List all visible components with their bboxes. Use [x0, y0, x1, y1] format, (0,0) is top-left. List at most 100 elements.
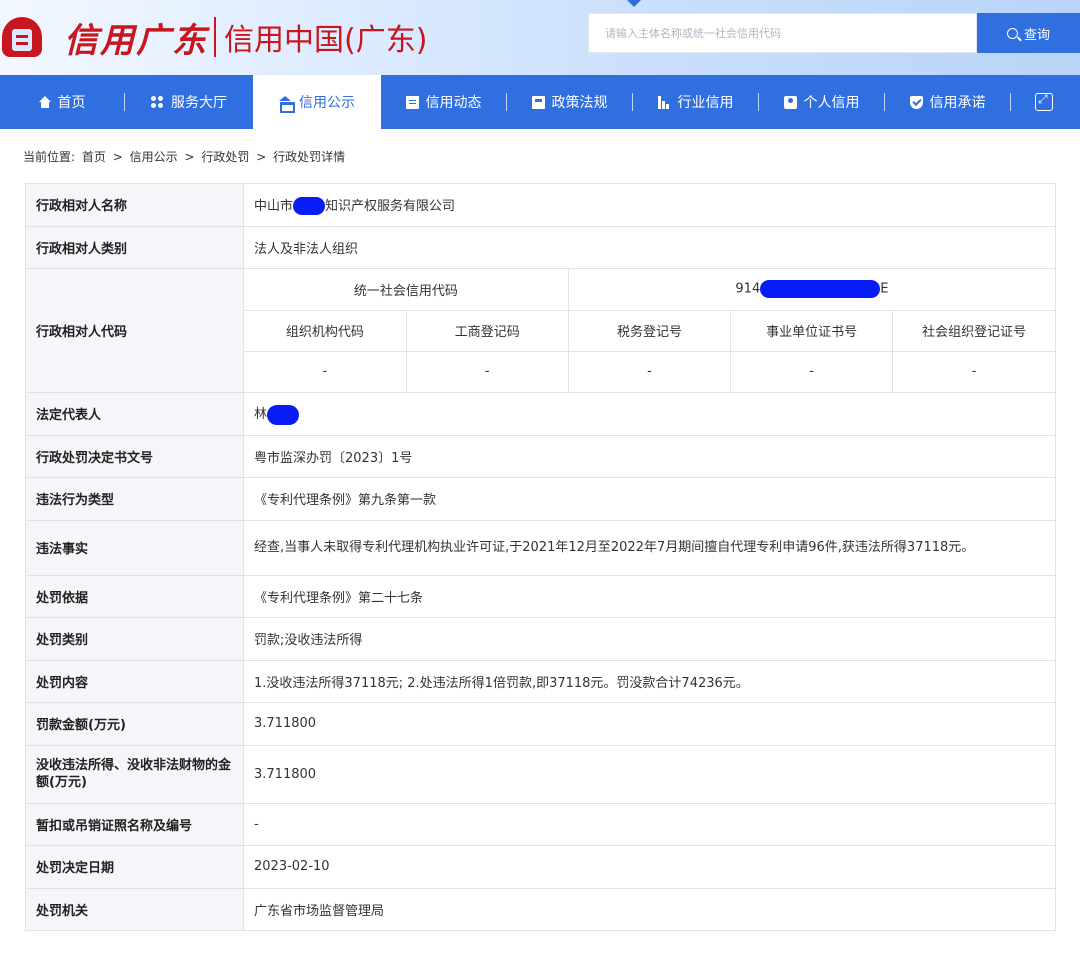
field-label: 行政相对人代码 [25, 268, 244, 393]
indicator-triangle [627, 0, 641, 7]
table-row: 处罚类别 罚款;没收违法所得 [25, 617, 1056, 661]
sub-value: - [406, 351, 569, 392]
field-value-name: 中山市 知识产权服务有限公司 [243, 183, 1056, 227]
redaction-mark [267, 404, 300, 425]
field-value: 3.711800 [243, 702, 1056, 746]
table-row: 行政处罚决定书文号 粤市监深办罚〔2023〕1号 [25, 434, 1056, 478]
nav-item-credit-news[interactable]: 信用动态 [381, 75, 506, 129]
field-value: 《专利代理条例》第二十七条 [243, 574, 1056, 618]
breadcrumb-separator: > [256, 150, 267, 164]
table-row: 没收违法所得、没收非法财物的金额(万元) 3.711800 [25, 744, 1056, 804]
field-value: 法人及非法人组织 [243, 225, 1056, 269]
code-subgrid-cell: 统一社会信用代码 914 E 组织机构代码 工商登记码 税务登记号 事业单位证书号… [243, 268, 1056, 393]
expand-icon [1035, 92, 1053, 111]
site-logo[interactable]: 信用广东 信用中国(广东) [0, 10, 427, 64]
search-input[interactable] [589, 14, 976, 52]
nav-item-label: 个人信用 [803, 95, 860, 111]
shield-check-icon [909, 95, 923, 109]
uscc-value: 914 E [568, 269, 1055, 311]
nav-item-service-hall[interactable]: 服务大厅 [125, 75, 253, 129]
field-label: 违法事实 [25, 519, 244, 576]
name-prefix: 中山市 [254, 198, 294, 214]
table-row: 处罚内容 1.没收违法所得37118元; 2.处违法所得1倍罚款,即37118元… [25, 659, 1056, 703]
nav-item-credit-commitment[interactable]: 信用承诺 [885, 75, 1010, 129]
main-nav: 首页 服务大厅 信用公示 信用动态 政策法规 行业信用 个人信用 信用承诺 [0, 75, 1080, 129]
nav-item-label: 服务大厅 [171, 95, 227, 111]
breadcrumb: 当前位置: 首页 > 信用公示 > 行政处罚 > 行政处罚详情 [23, 148, 348, 165]
bar-chart-icon [657, 95, 671, 109]
field-value: 2023-02-10 [243, 845, 1056, 889]
table-row: 处罚机关 广东省市场监督管理局 [25, 887, 1056, 931]
field-label: 处罚机关 [25, 887, 244, 931]
breadcrumb-link-credit-disclosure[interactable]: 信用公示 [130, 150, 178, 164]
field-label: 处罚依据 [25, 574, 244, 618]
field-label: 处罚类别 [25, 617, 244, 661]
field-value: - [243, 802, 1056, 846]
field-value: 1.没收违法所得37118元; 2.处违法所得1倍罚款,即37118元。罚没款合… [243, 659, 1056, 703]
table-row: 行政相对人类别 法人及非法人组织 [25, 225, 1056, 269]
search-icon [1006, 27, 1018, 39]
sub-header: 社会组织登记证号 [892, 310, 1055, 352]
table-row: 违法事实 经查,当事人未取得专利代理机构执业许可证,于2021年12月至2022… [25, 519, 1056, 576]
search-button-label: 查询 [1023, 26, 1050, 42]
nav-item-label: 政策法规 [551, 95, 608, 111]
breadcrumb-link-admin-penalty[interactable]: 行政处罚 [201, 150, 249, 164]
sub-header: 工商登记码 [406, 310, 569, 352]
sub-value: - [568, 351, 732, 392]
redaction-mark [293, 197, 326, 215]
field-label: 处罚内容 [25, 659, 244, 703]
sub-header: 税务登记号 [568, 310, 732, 352]
table-row: 罚款金额(万元) 3.711800 [25, 702, 1056, 746]
breadcrumb-separator: > [184, 150, 195, 164]
name-suffix: 知识产权服务有限公司 [325, 198, 456, 214]
redaction-mark [760, 280, 881, 299]
table-row: 处罚依据 《专利代理条例》第二十七条 [25, 574, 1056, 618]
nav-expand-button[interactable] [1011, 75, 1077, 129]
breadcrumb-current: 行政处罚详情 [273, 150, 346, 164]
field-label: 行政处罚决定书文号 [25, 434, 244, 478]
nav-item-home[interactable]: 首页 [0, 75, 124, 129]
field-label: 行政相对人类别 [25, 225, 244, 269]
field-value: 经查,当事人未取得专利代理机构执业许可证,于2021年12月至2022年7月期间… [243, 519, 1056, 576]
field-value: 3.711800 [243, 744, 1056, 804]
home-icon [38, 96, 51, 108]
field-label: 违法行为类型 [25, 477, 244, 521]
nav-item-credit-disclosure[interactable]: 信用公示 [253, 75, 381, 129]
nav-item-label: 首页 [57, 95, 86, 111]
field-value: 《专利代理条例》第九条第一款 [243, 477, 1056, 521]
table-row: 处罚决定日期 2023-02-10 [25, 845, 1056, 889]
sub-header: 组织机构代码 [244, 310, 407, 352]
field-value: 广东省市场监督管理局 [243, 887, 1056, 931]
graduation-cap-icon [279, 95, 295, 113]
sub-value: - [244, 351, 407, 392]
table-row: 违法行为类型 《专利代理条例》第九条第一款 [25, 477, 1056, 521]
field-value: 粤市监深办罚〔2023〕1号 [243, 434, 1056, 478]
table-row: 法定代表人 林 [25, 392, 1056, 436]
logo-emblem-icon [0, 13, 48, 61]
breadcrumb-separator: > [112, 150, 123, 164]
nav-item-label: 行业信用 [677, 95, 734, 111]
field-value-legal-rep: 林 [243, 392, 1056, 436]
table-row: 行政相对人代码 统一社会信用代码 914 E 组织机构代码 工商登记码 税务登记号… [25, 268, 1056, 393]
breadcrumb-link-home[interactable]: 首页 [82, 150, 106, 164]
uscc-prefix: 914 [735, 281, 761, 297]
document-icon [405, 95, 419, 109]
field-label: 处罚决定日期 [25, 845, 244, 889]
book-icon [531, 95, 545, 109]
nav-item-personal-credit[interactable]: 个人信用 [759, 75, 884, 129]
sub-value: - [730, 351, 894, 392]
nav-item-label: 信用承诺 [929, 95, 986, 111]
nav-item-industry-credit[interactable]: 行业信用 [633, 75, 758, 129]
header-banner: 信用广东 信用中国(广东) 查询 [0, 0, 1080, 75]
penalty-detail-table: 行政相对人名称 中山市 知识产权服务有限公司 行政相对人类别 法人及非法人组织 行… [25, 183, 1056, 931]
search-button[interactable]: 查询 [977, 13, 1080, 53]
table-row: 暂扣或吊销证照名称及编号 - [25, 802, 1056, 846]
field-label: 罚款金额(万元) [25, 702, 244, 746]
sub-value: - [971, 364, 977, 380]
legal-rep-prefix: 林 [254, 407, 268, 422]
nav-item-label: 信用动态 [425, 95, 482, 111]
person-card-icon [783, 95, 797, 109]
nav-item-policy[interactable]: 政策法规 [507, 75, 632, 129]
breadcrumb-prefix: 当前位置: [23, 150, 76, 164]
field-label: 暂扣或吊销证照名称及编号 [25, 802, 244, 846]
